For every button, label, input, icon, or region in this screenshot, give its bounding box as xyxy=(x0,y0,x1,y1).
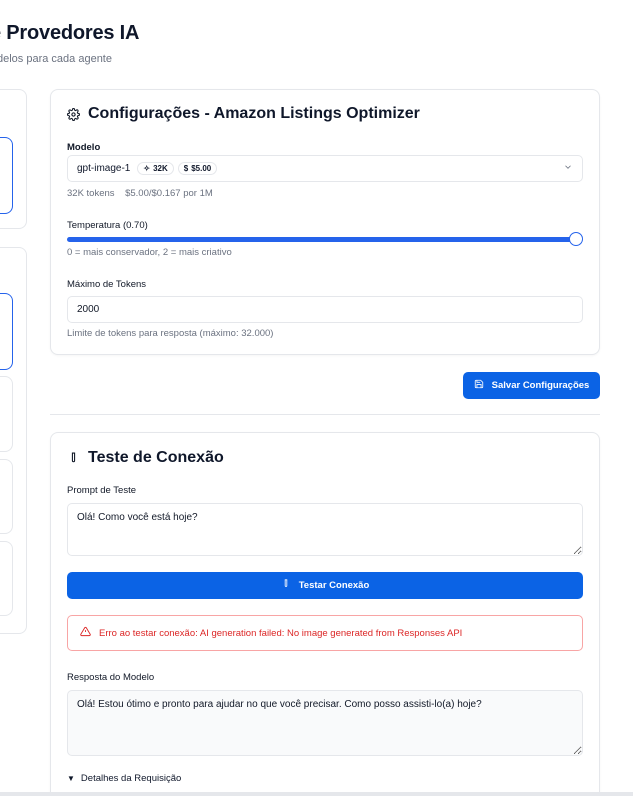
request-details-label: Detalhes da Requisição xyxy=(80,773,182,784)
temperature-slider-thumb[interactable] xyxy=(569,232,583,246)
sparkle-icon: ✧ xyxy=(143,164,151,173)
page-title: e Provedores IA xyxy=(0,22,140,44)
price-badge-text: $5.00 xyxy=(191,164,212,173)
max-tokens-input[interactable] xyxy=(67,296,583,323)
prompt-label: Prompt de Teste xyxy=(67,485,137,496)
max-tokens-hint: Limite de tokens para resposta (máximo: … xyxy=(67,328,274,339)
save-icon xyxy=(474,379,484,392)
config-card-title: Configurações - Amazon Listings Optimize… xyxy=(67,105,420,123)
temperature-label: Temperatura (0.70) xyxy=(67,220,148,231)
agent-card-selected[interactable] xyxy=(0,137,13,214)
save-config-label: Salvar Configurações xyxy=(491,380,590,391)
test-card-title: Teste de Conexão xyxy=(67,449,224,467)
dollar-icon: $ xyxy=(183,164,189,173)
config-card: Configurações - Amazon Listings Optimize… xyxy=(50,89,600,355)
response-textarea[interactable]: Olá! Estou ótimo e pronto para ajudar no… xyxy=(67,690,583,756)
provider-card[interactable] xyxy=(0,541,13,616)
save-config-button[interactable]: Salvar Configurações xyxy=(463,372,600,399)
price-badge: $ $5.00 xyxy=(177,162,218,175)
prompt-textarea[interactable]: Olá! Como você está hoje? xyxy=(67,503,583,556)
model-info: 32K tokens $5.00/$0.167 por 1M xyxy=(67,188,213,199)
provider-card-selected[interactable] xyxy=(0,293,13,370)
model-select[interactable]: gpt-image-1 ✧ 32K $ $5.00 xyxy=(67,155,583,182)
test-title-text: Teste de Conexão xyxy=(88,449,224,466)
context-badge: ✧ 32K xyxy=(137,162,174,175)
triangle-down-icon: ▼ xyxy=(67,774,75,783)
test-card: Teste de Conexão Prompt de Teste Olá! Co… xyxy=(50,432,600,796)
error-message: Erro ao testar conexão: AI generation fa… xyxy=(99,627,463,639)
context-badge-text: 32K xyxy=(153,164,168,173)
page-subtitle: delos para cada agente xyxy=(0,53,112,65)
config-title-text: Configurações - Amazon Listings Optimize… xyxy=(88,105,420,122)
model-label: Modelo xyxy=(67,142,101,153)
max-tokens-label: Máximo de Tokens xyxy=(67,279,147,290)
temperature-slider-track[interactable] xyxy=(67,237,577,242)
test-connection-button[interactable]: Testar Conexão xyxy=(67,572,583,599)
test-tube-icon xyxy=(281,579,291,592)
warning-icon xyxy=(80,626,91,640)
provider-card[interactable] xyxy=(0,459,13,534)
test-tube-icon xyxy=(67,452,80,465)
model-select-value: gpt-image-1 xyxy=(77,163,131,174)
horizontal-scrollbar[interactable] xyxy=(0,792,633,796)
request-details-toggle[interactable]: ▼ Detalhes da Requisição xyxy=(67,773,181,784)
gear-icon xyxy=(67,107,80,121)
response-label: Resposta do Modelo xyxy=(67,672,155,683)
test-connection-label: Testar Conexão xyxy=(298,580,370,591)
error-alert: Erro ao testar conexão: AI generation fa… xyxy=(67,615,583,651)
temperature-hint: 0 = mais conservador, 2 = mais criativo xyxy=(67,247,232,258)
section-divider xyxy=(50,414,600,415)
provider-card[interactable] xyxy=(0,376,13,452)
chevron-down-icon xyxy=(563,162,573,175)
